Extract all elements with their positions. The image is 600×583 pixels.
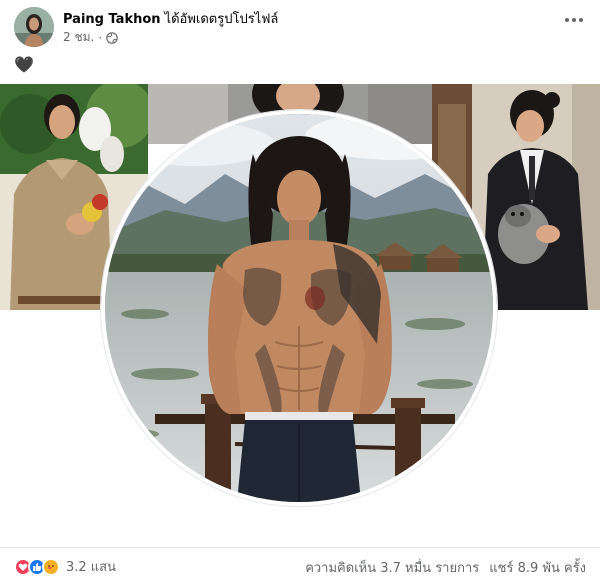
globe-icon[interactable]	[106, 31, 118, 44]
author-avatar[interactable]	[14, 7, 54, 47]
facebook-post: Paing Takhon ได้อัพเดตรูปโปรไฟล์ 2 ชม. · …	[0, 0, 600, 583]
meta-separator: ·	[98, 30, 103, 45]
share-count-link[interactable]: แชร์ 8.9 พัน ครั้ง	[489, 557, 586, 578]
profile-picture-image	[105, 114, 493, 502]
care-reaction-icon	[42, 557, 60, 576]
post-timestamp[interactable]: 2 ชม.	[63, 28, 94, 47]
post-footer: 3.2 แสน ความคิดเห็น 3.7 หมื่น รายการ แชร…	[0, 547, 600, 583]
post-action-text: ได้อัพเดตรูปโปรไฟล์	[164, 12, 279, 27]
post-caption: 🖤	[14, 55, 34, 74]
engagement-stats: ความคิดเห็น 3.7 หมื่น รายการ แชร์ 8.9 พั…	[305, 557, 586, 578]
comment-count-link[interactable]: ความคิดเห็น 3.7 หมื่น รายการ	[305, 557, 479, 578]
more-options-icon[interactable]	[562, 8, 586, 32]
avatar-image	[14, 7, 54, 47]
profile-picture-circle[interactable]	[101, 110, 497, 506]
post-meta: 2 ชม. ·	[63, 28, 118, 47]
reaction-summary[interactable]: 3.2 แสน	[14, 556, 116, 577]
post-header-line: Paing Takhon ได้อัพเดตรูปโปรไฟล์	[63, 8, 278, 29]
profile-photo-collage[interactable]	[0, 84, 600, 514]
author-name[interactable]: Paing Takhon	[63, 12, 161, 27]
reaction-count: 3.2 แสน	[66, 560, 117, 575]
